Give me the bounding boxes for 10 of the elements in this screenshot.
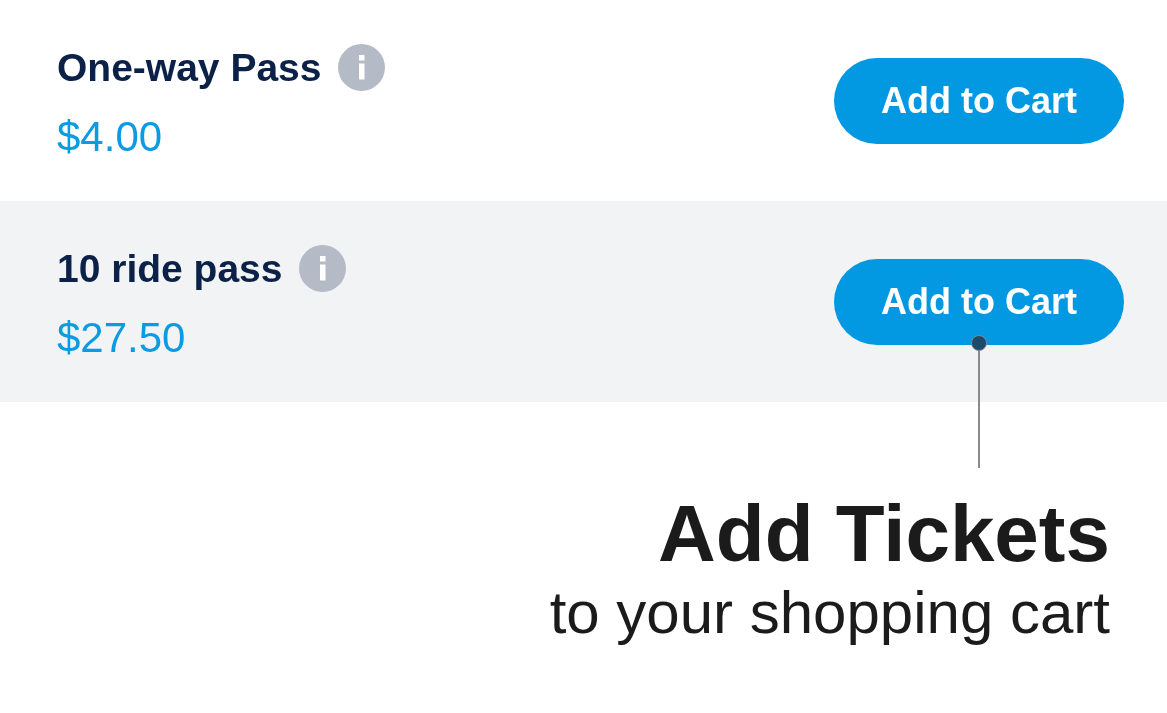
- add-to-cart-button[interactable]: Add to Cart: [834, 258, 1124, 345]
- callout-subtitle: to your shopping cart: [549, 583, 1110, 643]
- callout-title: Add Tickets: [658, 494, 1110, 574]
- add-to-cart-button[interactable]: Add to Cart: [834, 57, 1124, 144]
- info-icon[interactable]: [338, 43, 386, 91]
- ticket-name: 10 ride pass: [57, 248, 283, 288]
- ticket-name: One-way Pass: [57, 47, 322, 87]
- info-icon[interactable]: [299, 244, 347, 292]
- ticket-price: $27.50: [57, 316, 186, 359]
- ticket-price: $4.00: [57, 115, 163, 158]
